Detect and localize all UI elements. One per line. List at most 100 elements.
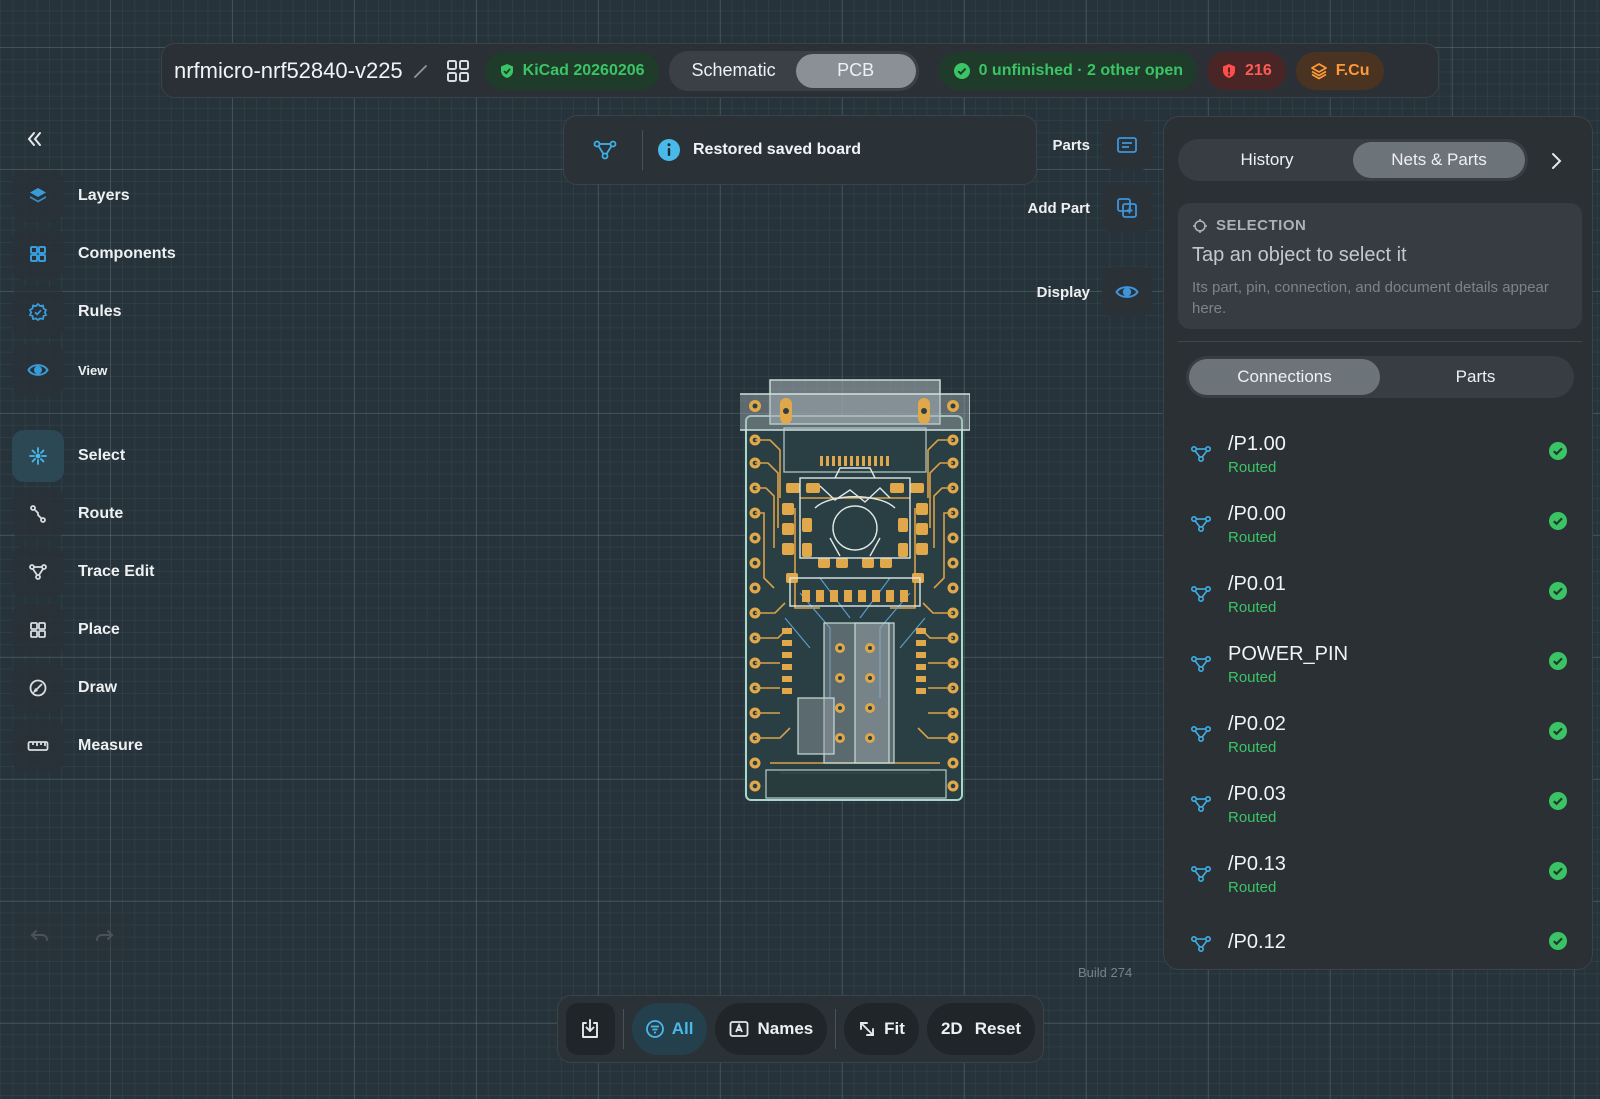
redo-button[interactable]	[78, 910, 130, 960]
tab-nets-parts[interactable]: Nets & Parts	[1353, 142, 1525, 178]
undo-icon	[30, 930, 48, 941]
components-icon	[30, 246, 46, 262]
tool-draw[interactable]: Draw	[12, 662, 117, 714]
check-circle-icon	[1549, 722, 1567, 740]
add-part-action-label: Add Part	[1027, 199, 1090, 217]
toast-divider	[642, 130, 643, 170]
parts-action[interactable]: Parts	[1052, 120, 1152, 170]
names-label: Names	[757, 1019, 814, 1038]
net-list: /P1.00 Routed /P0.00 Routed /P0.01 Routed P…	[1178, 419, 1582, 969]
crosshair-icon	[1193, 218, 1207, 233]
add-part-icon	[1117, 198, 1137, 218]
tool-view[interactable]: View	[12, 344, 107, 396]
display-button[interactable]	[1102, 267, 1152, 317]
tool-trace-edit[interactable]: Trace Edit	[12, 546, 154, 598]
parts-button[interactable]	[1102, 120, 1152, 170]
add-part-action[interactable]: Add Part	[1027, 183, 1152, 233]
tab-schematic[interactable]: Schematic	[672, 54, 796, 88]
tool-layers[interactable]: Layers	[12, 170, 130, 222]
layers-icon	[1310, 62, 1327, 79]
selection-card: SELECTION Tap an object to select it Its…	[1178, 203, 1582, 329]
net-icon	[1190, 935, 1212, 953]
rules-icon	[28, 302, 48, 322]
trace-edit-icon	[29, 564, 47, 580]
net-name: /P0.03	[1228, 782, 1286, 805]
bottom-toolbar: All Names Fit 2D Reset	[557, 995, 1044, 1063]
undo-button[interactable]	[14, 910, 66, 960]
net-name: /P0.02	[1228, 712, 1286, 735]
filter-icon	[645, 1020, 664, 1038]
check-circle-icon	[1549, 932, 1567, 950]
active-layer-text: F.Cu	[1335, 61, 1370, 79]
tool-select[interactable]: Select	[12, 430, 125, 482]
add-part-button[interactable]	[1102, 183, 1152, 233]
pencil-icon[interactable]	[411, 61, 431, 81]
tool-components[interactable]: Components	[12, 228, 176, 280]
error-count-badge[interactable]: 216	[1207, 51, 1286, 90]
ruler-icon	[27, 741, 49, 751]
tab-history[interactable]: History	[1181, 142, 1353, 178]
pcb-board[interactable]	[740, 378, 970, 803]
filter-all-button[interactable]: All	[631, 1003, 708, 1055]
reset-view-button[interactable]: 2D Reset	[926, 1003, 1035, 1055]
fit-label: Fit	[884, 1019, 905, 1038]
net-row[interactable]: /P0.13 Routed	[1178, 839, 1582, 909]
check-circle-icon	[1549, 582, 1567, 600]
tab-parts[interactable]: Parts	[1380, 359, 1571, 395]
trace-edit-icon[interactable]	[578, 139, 632, 161]
tab-pcb[interactable]: PCB	[795, 53, 916, 88]
tool-select-label: Select	[78, 447, 126, 464]
selection-heading: SELECTION	[1192, 217, 1568, 234]
net-row[interactable]: /P0.12	[1178, 909, 1582, 969]
tool-place[interactable]: Place	[12, 604, 120, 656]
redo-icon	[96, 930, 114, 941]
display-action[interactable]: Display	[1037, 267, 1152, 317]
kicad-version-badge[interactable]: KiCad 20260206	[484, 51, 659, 90]
net-row[interactable]: /P0.00 Routed	[1178, 489, 1582, 559]
shield-check-icon	[500, 63, 513, 78]
net-status: Routed	[1228, 738, 1277, 756]
tool-measure[interactable]: Measure	[12, 720, 143, 772]
project-name[interactable]: nrfmicro-nrf52840-v225	[174, 58, 403, 84]
nets-parts-panel: History Nets & Parts SELECTION Tap an ob…	[1163, 116, 1593, 970]
double-chevron-left-icon[interactable]	[24, 129, 44, 149]
text-label-icon	[730, 1021, 749, 1037]
fit-button[interactable]: Fit	[844, 1003, 919, 1055]
net-icon	[1190, 445, 1212, 463]
list-panel-icon	[1117, 137, 1137, 153]
net-name: /P1.00	[1228, 432, 1286, 455]
names-button[interactable]: Names	[715, 1003, 828, 1055]
import-button[interactable]	[566, 1003, 615, 1055]
net-name: /P0.01	[1228, 572, 1286, 595]
tool-draw-label: Draw	[78, 679, 118, 696]
info-icon	[657, 138, 681, 162]
tool-layers-label: Layers	[78, 187, 130, 204]
tool-trace-edit-label: Trace Edit	[78, 563, 155, 580]
parts-action-label: Parts	[1052, 136, 1090, 154]
net-name: /P0.00	[1228, 502, 1286, 525]
route-status-badge[interactable]: 0 unfinished · 2 other open	[938, 51, 1198, 90]
check-circle-icon	[1549, 442, 1567, 460]
net-row[interactable]: /P1.00 Routed	[1178, 419, 1582, 489]
net-row[interactable]: /P0.02 Routed	[1178, 699, 1582, 769]
display-action-label: Display	[1036, 283, 1090, 301]
tool-place-label: Place	[78, 621, 120, 638]
tool-route-label: Route	[78, 505, 124, 522]
active-layer-badge[interactable]: F.Cu	[1295, 51, 1384, 90]
build-label: Build 274	[1078, 965, 1133, 980]
check-circle-icon	[1549, 862, 1567, 880]
net-row[interactable]: /P0.01 Routed	[1178, 559, 1582, 629]
net-name: POWER_PIN	[1228, 642, 1349, 665]
tab-connections[interactable]: Connections	[1189, 359, 1380, 395]
net-row[interactable]: /P0.03 Routed	[1178, 769, 1582, 839]
tool-rules[interactable]: Rules	[12, 286, 122, 338]
tool-route[interactable]: Route	[12, 488, 123, 540]
grid-view-icon[interactable]	[445, 58, 471, 84]
net-status: Routed	[1228, 528, 1277, 546]
panel-tabs: History Nets & Parts	[1178, 139, 1528, 181]
chevron-right-icon[interactable]	[1544, 149, 1568, 173]
net-icon	[1190, 795, 1212, 813]
selection-heading-text: SELECTION	[1216, 217, 1307, 234]
panel-divider	[1178, 341, 1582, 342]
net-row[interactable]: POWER_PIN Routed	[1178, 629, 1582, 699]
